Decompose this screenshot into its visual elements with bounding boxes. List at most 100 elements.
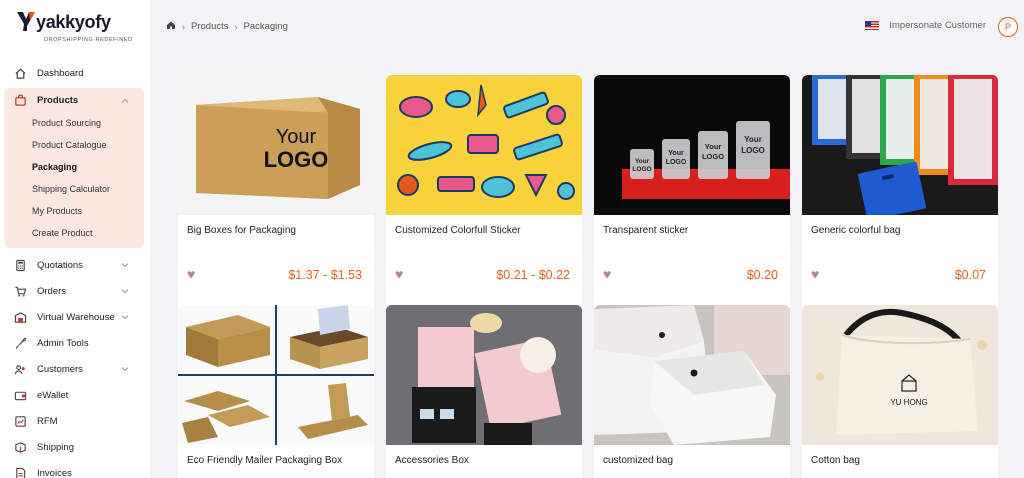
product-card[interactable]: Generic colorful bag ♥ $0.07 (802, 75, 998, 330)
rfm-icon (13, 414, 27, 428)
impersonate-label: Impersonate Customer (889, 20, 986, 31)
sidebar-item-admin-tools[interactable]: Admin Tools (4, 330, 144, 356)
svg-text:Your: Your (705, 142, 722, 151)
product-card[interactable]: YU HONG Cotton bag (802, 305, 998, 478)
sidebar-item-label: RFM (37, 415, 58, 427)
svg-text:YU HONG: YU HONG (890, 398, 927, 407)
sidebar-item-virtual-warehouse[interactable]: Virtual Warehouse (4, 304, 144, 330)
breadcrumb: › Products › Packaging (166, 20, 288, 33)
product-image-kraft-box: Your LOGO (178, 75, 374, 215)
product-title: Eco Friendly Mailer Packaging Box (187, 455, 343, 466)
warehouse-icon (13, 310, 27, 324)
invoices-icon (13, 466, 27, 478)
sidebar-item-label: Orders (37, 285, 67, 297)
product-card[interactable]: Your LOGO Your LOGO Your LOGO Your LOGO … (594, 75, 790, 330)
product-price: $0.07 (954, 268, 986, 282)
svg-text:Your: Your (276, 126, 317, 148)
sidebar-subitem-product-catalogue[interactable]: Product Catalogue (4, 134, 144, 156)
sidebar-item-ewallet[interactable]: eWallet (4, 382, 144, 408)
sidebar-item-products[interactable]: Products (4, 88, 144, 112)
sidebar-item-label: Customers (37, 363, 83, 375)
svg-text:Your: Your (635, 158, 650, 165)
sidebar-item-orders[interactable]: Orders (4, 278, 144, 304)
sidebar-item-shipping[interactable]: Shipping (4, 434, 144, 460)
sidebar-item-label: eWallet (37, 389, 69, 401)
sidebar-item-label: Invoices (37, 467, 72, 478)
heart-icon[interactable]: ♥ (187, 266, 195, 282)
svg-text:LOGO: LOGO (741, 146, 765, 155)
product-title: Generic colorful bag (811, 225, 901, 236)
app-root: yakkyofy DROPSHIPPING REDEFINED Dashboar… (0, 0, 1024, 478)
sidebar-subitem-create-product[interactable]: Create Product (4, 222, 144, 244)
bag-icon (13, 93, 27, 107)
impersonate-customer-button[interactable]: Impersonate Customer (865, 20, 986, 31)
breadcrumb-products[interactable]: Products (191, 21, 229, 32)
product-title: Transparent sticker (603, 225, 689, 236)
product-card[interactable]: Your LOGO Big Boxes for Packaging ♥ $1.3… (178, 75, 374, 330)
product-card[interactable]: Customized Colorfull Sticker ♥ $0.21 - $… (386, 75, 582, 330)
product-card[interactable]: Eco Friendly Mailer Packaging Box (178, 305, 374, 478)
chevron-down-icon (121, 367, 129, 372)
wallet-icon (13, 388, 27, 402)
sidebar-item-dashboard[interactable]: Dashboard (4, 60, 144, 86)
sidebar-nav: Dashboard Products Product Sourcing Prod… (4, 60, 144, 478)
product-title: Customized Colorfull Sticker (395, 225, 521, 236)
product-title: customized bag (603, 455, 674, 466)
sidebar-item-invoices[interactable]: Invoices (4, 460, 144, 478)
chevron-down-icon (121, 263, 129, 268)
product-image-colorful-stickers (386, 75, 582, 215)
sidebar-item-label: Quotations (37, 259, 83, 271)
heart-icon[interactable]: ♥ (395, 266, 403, 282)
heart-icon[interactable]: ♥ (603, 266, 611, 282)
sidebar-subitem-shipping-calculator[interactable]: Shipping Calculator (4, 178, 144, 200)
brand-tagline: DROPSHIPPING REDEFINED (44, 37, 133, 43)
product-card[interactable]: Accessories Box (386, 305, 582, 478)
product-image-transparent-stickers: Your LOGO Your LOGO Your LOGO Your LOGO (594, 75, 790, 215)
sidebar-subitem-my-products[interactable]: My Products (4, 200, 144, 222)
home-icon (13, 66, 27, 80)
sidebar-item-customers[interactable]: Customers (4, 356, 144, 382)
product-image-cotton-bag: YU HONG (802, 305, 998, 445)
product-title: Cotton bag (811, 455, 860, 466)
sidebar-item-rfm[interactable]: RFM (4, 408, 144, 434)
breadcrumb-separator: › (182, 21, 185, 32)
sidebar-subitem-packaging[interactable]: Packaging (4, 156, 144, 178)
product-price: $0.20 (746, 268, 778, 282)
product-title: Accessories Box (395, 455, 469, 466)
svg-text:LOGO: LOGO (632, 166, 651, 173)
sidebar-item-label: Admin Tools (37, 337, 89, 349)
customers-icon (13, 362, 27, 376)
brand-name: yakkyofy (36, 12, 111, 32)
shipping-icon (13, 440, 27, 454)
chevron-down-icon (121, 315, 129, 320)
us-flag-icon (865, 21, 880, 30)
home-icon[interactable] (166, 20, 176, 33)
svg-text:Your: Your (668, 150, 684, 157)
brand-logo[interactable]: yakkyofy DROPSHIPPING REDEFINED (16, 10, 136, 46)
sidebar-subitem-product-sourcing[interactable]: Product Sourcing (4, 112, 144, 134)
chevron-up-icon (121, 98, 129, 103)
sidebar-item-label: Dashboard (37, 67, 84, 79)
products-group: Products Product Sourcing Product Catalo… (4, 88, 144, 248)
product-card[interactable]: customized bag (594, 305, 790, 478)
avatar[interactable]: P (998, 17, 1018, 37)
product-image-colorful-bags (802, 75, 998, 215)
svg-text:LOGO: LOGO (702, 152, 724, 161)
sidebar: yakkyofy DROPSHIPPING REDEFINED Dashboar… (0, 0, 150, 478)
product-image-mailer-boxes (178, 305, 374, 445)
sidebar-item-label: Shipping (37, 441, 74, 453)
heart-icon[interactable]: ♥ (811, 266, 819, 282)
calculator-icon (13, 258, 27, 272)
product-title: Big Boxes for Packaging (187, 225, 296, 236)
breadcrumb-packaging: Packaging (243, 21, 288, 32)
sidebar-item-label: Virtual Warehouse (37, 311, 115, 323)
svg-text:LOGO: LOGO (264, 147, 329, 172)
svg-text:LOGO: LOGO (666, 159, 687, 166)
orders-icon (13, 284, 27, 298)
product-price: $1.37 - $1.53 (288, 268, 362, 282)
chevron-down-icon (121, 289, 129, 294)
sidebar-item-label: Products (37, 94, 79, 106)
sidebar-item-quotations[interactable]: Quotations (4, 252, 144, 278)
breadcrumb-separator: › (234, 21, 238, 32)
product-image-accessories-box (386, 305, 582, 445)
